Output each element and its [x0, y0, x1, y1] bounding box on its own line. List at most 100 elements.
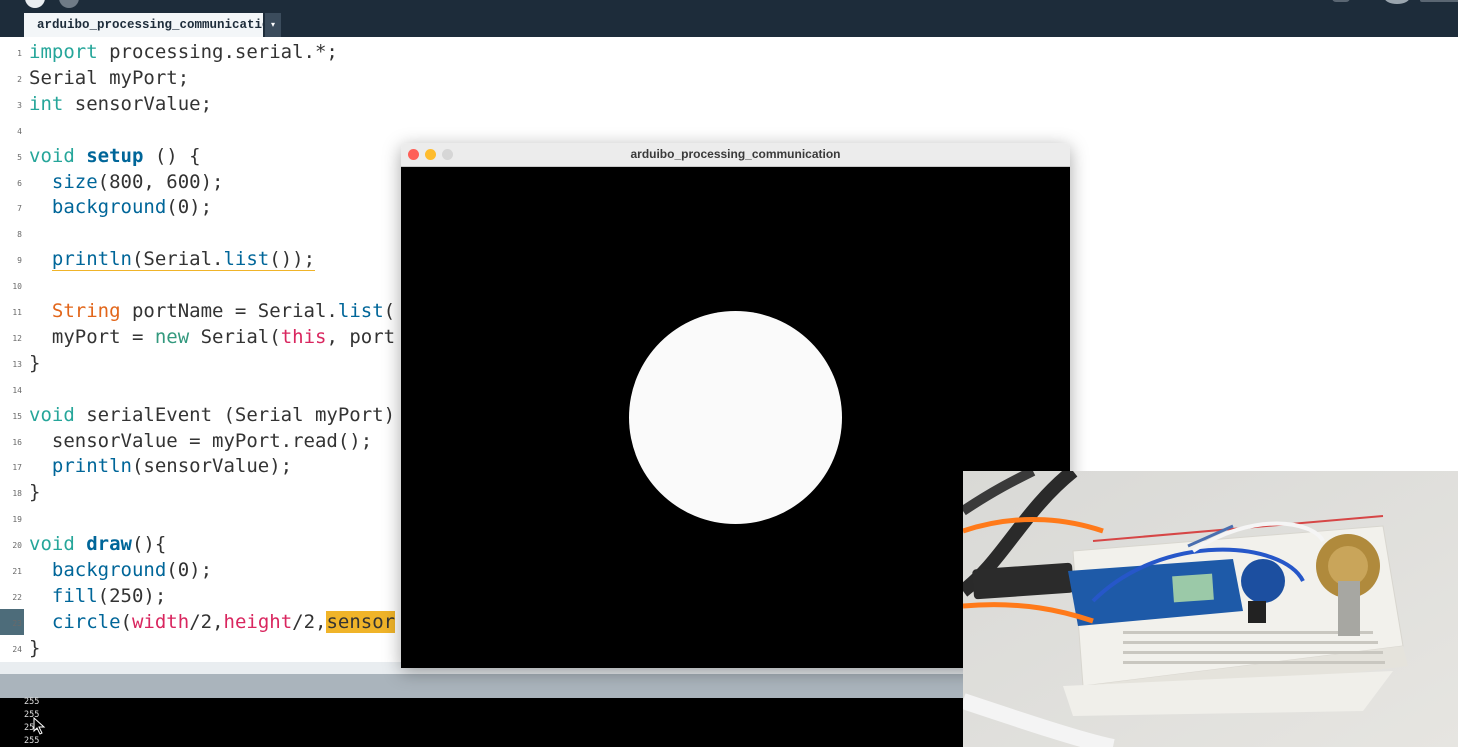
code-text: }: [29, 479, 40, 505]
line-number: 3: [17, 100, 22, 110]
code-token: height: [223, 610, 293, 633]
code-token: background: [51, 196, 167, 219]
code-token: () {: [143, 144, 201, 167]
code-token: myPort =: [29, 325, 155, 348]
line-number: 13: [12, 359, 22, 369]
code-token: Serial(: [189, 325, 281, 348]
line-number: 20: [12, 541, 22, 551]
code-line[interactable]: 4: [0, 117, 1458, 143]
line-number: 5: [17, 152, 22, 162]
line-number: 4: [17, 126, 22, 136]
code-token: println: [51, 455, 132, 478]
code-token: draw: [86, 533, 132, 556]
line-number: 14: [12, 385, 22, 395]
close-window-button[interactable]: [408, 149, 419, 160]
console-divider[interactable]: [0, 674, 963, 698]
line-number: 11: [12, 308, 22, 317]
code-token: void: [29, 533, 75, 556]
code-text: myPort = new Serial(this, port: [29, 324, 395, 350]
code-token: portName = Serial.: [120, 300, 338, 322]
code-text: sensorValue = myPort.read();: [29, 428, 372, 454]
code-token: fill: [51, 584, 98, 607]
code-text: Serial myPort;: [29, 65, 189, 91]
code-token: list: [223, 248, 270, 272]
code-token: /2,: [189, 610, 224, 633]
code-text: void draw(){: [29, 531, 166, 557]
code-line[interactable]: 3 int sensorValue;: [0, 91, 1458, 117]
code-token: processing.serial.*;: [97, 41, 338, 63]
zoom-window-button[interactable]: [442, 149, 453, 160]
code-text: }: [29, 350, 40, 376]
code-token: ());: [269, 248, 316, 272]
code-text: }: [29, 635, 40, 661]
line-number: 12: [12, 333, 22, 343]
code-token: void: [29, 144, 75, 167]
minimize-window-button[interactable]: [425, 149, 436, 160]
code-token: sensor: [326, 610, 396, 633]
sketch-circle: [629, 311, 842, 524]
code-text: int sensorValue;: [29, 91, 212, 117]
run-button[interactable]: [25, 0, 45, 8]
line-number: 22: [12, 592, 22, 602]
code-token: int: [29, 92, 64, 115]
mode-icon[interactable]: [1384, 0, 1410, 4]
code-token: Serial myPort;: [29, 66, 190, 89]
code-token: println: [51, 248, 132, 272]
code-token: this: [280, 325, 327, 348]
code-token: , port: [326, 325, 396, 348]
code-token: (: [383, 300, 396, 322]
code-text: String portName = Serial.list(: [29, 298, 395, 324]
console-line: 255: [24, 697, 40, 707]
code-text: println(sensorValue);: [29, 453, 292, 479]
tab-menu-arrow-icon[interactable]: ▾: [265, 13, 281, 37]
sketch-window-titlebar[interactable]: arduibo_processing_communication: [401, 143, 1070, 167]
code-token: (Serial.: [131, 248, 224, 272]
code-token: (0);: [166, 196, 213, 219]
line-number: 2: [17, 74, 22, 84]
code-token: setup: [86, 144, 144, 167]
line-number: 1: [17, 49, 22, 58]
code-token: background: [51, 559, 167, 581]
line-number: 16: [12, 437, 22, 447]
code-token: width: [131, 610, 190, 633]
code-token: }: [29, 481, 41, 504]
debug-icon[interactable]: [1332, 0, 1350, 2]
code-text: void setup () {: [29, 143, 201, 169]
sketch-window-title: arduibo_processing_communication: [630, 147, 841, 161]
tab-sketch[interactable]: arduibo_processing_communication: [24, 13, 277, 37]
code-text: import processing.serial.*;: [29, 39, 338, 65]
stop-button[interactable]: [59, 0, 79, 8]
code-token: new: [154, 325, 190, 348]
code-text: void serialEvent (Serial myPort): [29, 402, 395, 428]
console[interactable]: 255 255 255 255: [0, 697, 963, 747]
breadboard-photo: [963, 471, 1458, 747]
code-token: (){: [131, 533, 167, 556]
code-token: import: [29, 41, 98, 63]
code-line[interactable]: 2 Serial myPort;: [0, 65, 1458, 91]
code-token: circle: [51, 610, 121, 633]
line-number: 17: [12, 463, 22, 473]
code-line[interactable]: 1 import processing.serial.*;: [0, 39, 1458, 65]
toolbar: arduibo_processing_communication ▾: [0, 0, 1458, 37]
code-token: (sensorValue);: [131, 455, 293, 478]
line-number: 23: [12, 618, 22, 628]
code-token: String: [51, 300, 121, 322]
code-token: (800, 600);: [97, 170, 224, 193]
code-token: }: [29, 351, 41, 374]
code-text: circle(width/2,height/2,sensor: [29, 609, 396, 635]
mode-selector[interactable]: [1420, 0, 1458, 2]
line-number: 10: [12, 282, 22, 292]
code-token: sensorValue;: [63, 92, 213, 115]
console-line: 255: [24, 736, 40, 746]
line-number: 19: [12, 515, 22, 525]
code-token: size: [51, 170, 98, 193]
line-number: 9: [17, 256, 22, 266]
line-number: 24: [12, 644, 22, 654]
